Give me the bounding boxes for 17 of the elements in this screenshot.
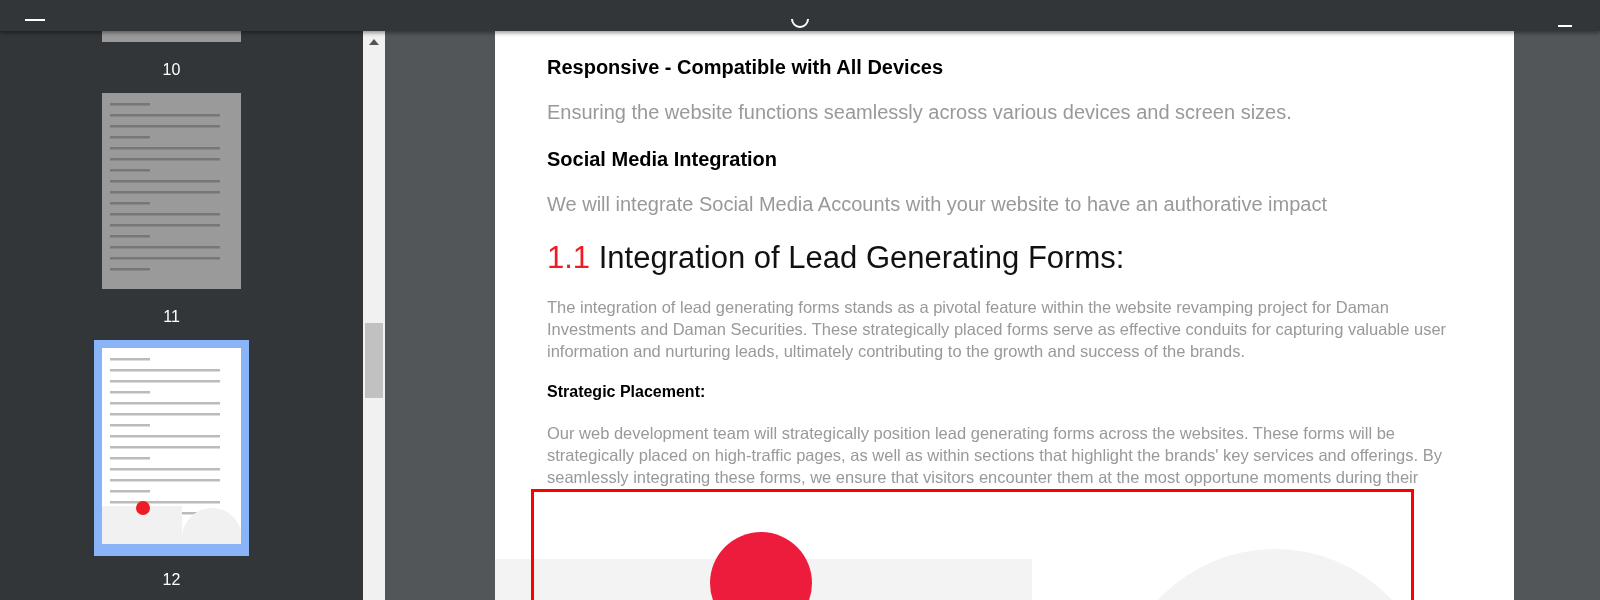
section-heading: Responsive - Compatible with All Devices bbox=[547, 56, 945, 79]
section-heading: Social Media Integration bbox=[547, 148, 779, 171]
page-thumbnail[interactable] bbox=[102, 348, 241, 544]
page-number: 11 bbox=[163, 308, 180, 326]
scrollbar[interactable] bbox=[363, 31, 385, 600]
rotate-icon[interactable] bbox=[789, 19, 811, 29]
page-number: 10 bbox=[162, 61, 181, 79]
scroll-up-icon[interactable] bbox=[369, 39, 379, 45]
paragraph: The integration of lead generating forms stands as a pivotal feature within the website revamping project for Daman Investments and Daman Securities. These strategically placed forms serve as effective conduits for capturing valuable user information and nurturing leads, ultimately contributing to the growth and success of the brands. bbox=[547, 297, 1448, 362]
paragraph: We will integrate Social Media Accounts with your website to have an authorative impact bbox=[547, 193, 1329, 216]
scroll-thumb[interactable] bbox=[365, 323, 383, 398]
chapter-heading: 1.1 Integration of Lead Generating Forms: bbox=[547, 240, 1126, 276]
page-number: 12 bbox=[162, 571, 181, 589]
paragraph: Ensuring the website functions seamlessly across various devices and screen sizes. bbox=[547, 101, 1293, 124]
subsection-label: Strategic Placement: bbox=[547, 383, 707, 401]
paragraph: Our web development team will strategically position lead generating forms across the websites. These forms will be strategically placed on high-traffic pages, as well as within sections that highlight the brands' key services and offerings. By seamlessly integrating these forms, we ensure that visitors encounter them at the most opportune moments during their bbox=[547, 423, 1443, 488]
thumbnail-frame[interactable] bbox=[94, 340, 249, 556]
